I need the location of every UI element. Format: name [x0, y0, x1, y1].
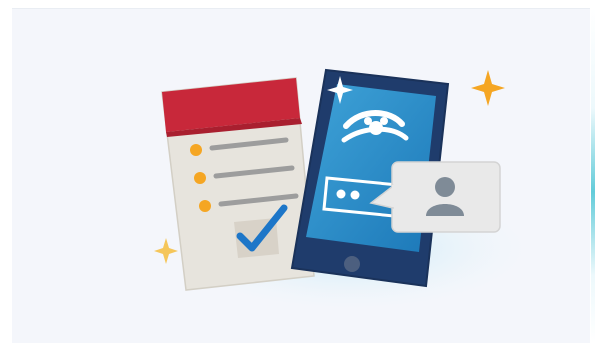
checklist-bullet-1 [190, 144, 202, 156]
checklist-icon [161, 77, 315, 291]
illustration [154, 68, 530, 310]
sparkle-top-right [471, 70, 505, 106]
checklist-bullet-2 [194, 172, 206, 184]
tablet-home-button [344, 256, 360, 272]
page-frame [0, 0, 595, 344]
checklist-bullet-3 [199, 200, 211, 212]
